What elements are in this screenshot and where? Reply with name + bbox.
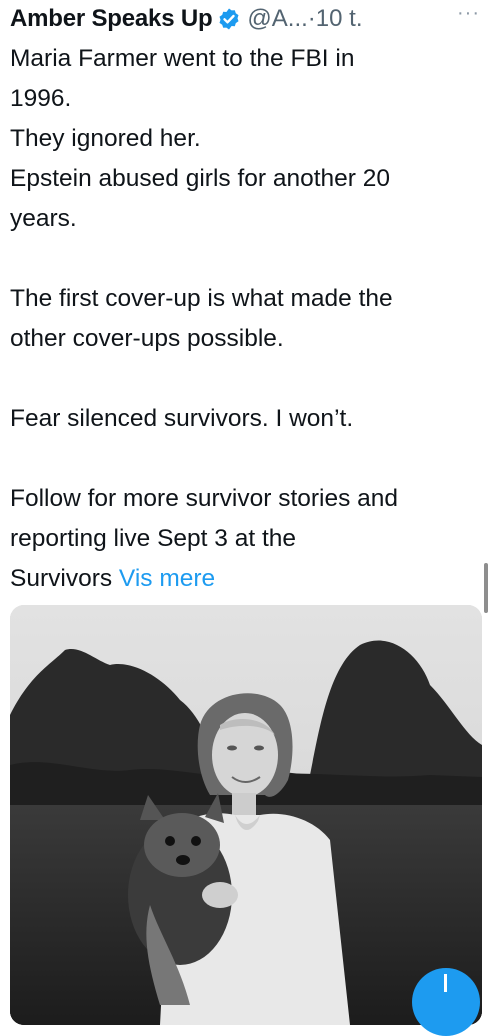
tweet-line: reporting live Sept 3 at the: [10, 525, 297, 552]
compose-button[interactable]: [412, 968, 480, 1036]
tweet-line: The first cover-up is what made the: [10, 285, 393, 312]
tweet-line: Survivors Vis mere: [10, 559, 484, 599]
more-options-icon[interactable]: ···: [457, 2, 480, 25]
tweet-photo[interactable]: [10, 605, 482, 1025]
tweet-line: Fear silenced survivors. I won’t.: [10, 405, 354, 432]
author-name[interactable]: Amber Speaks Up: [10, 5, 213, 33]
verified-badge-icon: [219, 8, 239, 30]
show-more-link[interactable]: Vis mere: [119, 565, 215, 592]
tweet-line: Maria Farmer went to the FBI in: [10, 45, 355, 72]
tweet-header: Amber Speaks Up @A...·10 t.: [10, 2, 494, 36]
tweet-line: 1996.: [10, 85, 72, 112]
tweet-line: Follow for more survivor stories and: [10, 485, 399, 512]
tweet-line: Epstein abused girls for another 20: [10, 165, 390, 192]
photo-image: [10, 605, 482, 1025]
tweet-line: years.: [10, 205, 77, 232]
handle-and-time[interactable]: @A...·10 t.: [247, 5, 362, 33]
scrollbar[interactable]: [484, 563, 488, 613]
tweet-line-text: Survivors: [10, 565, 113, 592]
tweet-line: other cover-ups possible.: [10, 325, 284, 352]
compose-plus-icon: [444, 974, 447, 992]
tweet-text: Maria Farmer went to the FBI in 1996. Th…: [10, 39, 484, 599]
tweet-line: They ignored her.: [10, 125, 201, 152]
